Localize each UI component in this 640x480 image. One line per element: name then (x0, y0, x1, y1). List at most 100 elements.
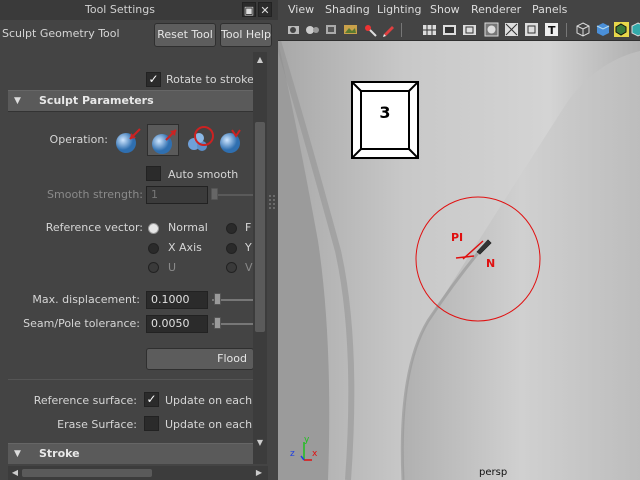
scroll-left-arrow-icon[interactable]: ◀ (10, 468, 20, 478)
menu-show[interactable]: Show (430, 3, 460, 16)
3d-viewport[interactable]: View Shading Lighting Show Renderer Pane… (278, 0, 640, 480)
menu-renderer[interactable]: Renderer (471, 3, 521, 16)
stroke-header[interactable]: ▼ Stroke (8, 443, 253, 464)
radio-y[interactable] (226, 243, 237, 254)
seam-tolerance-slider-knob[interactable] (214, 317, 221, 329)
2d-pan-zoom-icon[interactable] (362, 22, 377, 37)
erase-surface-checkbox[interactable] (144, 416, 159, 431)
view-cube[interactable]: 3 (351, 81, 419, 159)
film-gate-icon[interactable] (442, 22, 457, 37)
reference-surface-label: Reference surface: (33, 394, 137, 407)
axis-x-label: x (312, 449, 318, 459)
smooth-strength-slider[interactable] (212, 194, 253, 196)
wireframe-on-shaded-icon[interactable] (614, 22, 629, 37)
seam-tolerance-field[interactable]: 0.0050 (146, 315, 208, 333)
tool-settings-panel: Tool Settings ▣ ✕ Sculpt Geometry Tool R… (0, 0, 278, 480)
radio-f[interactable] (226, 223, 237, 234)
smooth-shade-icon[interactable] (596, 22, 611, 37)
panel-titlebar[interactable]: Tool Settings ▣ ✕ (0, 0, 278, 20)
reset-tool-button[interactable]: Reset Tool (154, 23, 216, 47)
collapse-triangle-icon: ▼ (14, 96, 21, 106)
close-icon[interactable]: ✕ (258, 2, 272, 17)
brush-profile-icons[interactable] (116, 52, 246, 56)
menu-view[interactable]: View (288, 3, 314, 16)
collapse-triangle-icon: ▼ (14, 449, 21, 459)
scene-view[interactable]: PI N 3 y z x persp (278, 41, 640, 480)
section-title: Stroke (39, 447, 80, 460)
view-cube-number: 3 (379, 103, 391, 122)
viewport-toolbar: T (278, 19, 640, 41)
max-displacement-slider-knob[interactable] (214, 293, 221, 305)
safe-action-icon[interactable] (524, 22, 539, 37)
pull-operation-button[interactable] (147, 124, 179, 156)
operation-label: Operation: (49, 133, 108, 146)
camera-name: persp (479, 467, 508, 478)
section-title: Sculpt Parameters (39, 94, 154, 107)
panel-title: Tool Settings (85, 3, 155, 16)
sculpt-parameters-header[interactable]: ▼ Sculpt Parameters (8, 90, 253, 112)
smooth-operation-button[interactable] (182, 124, 214, 156)
shoulder-mesh (278, 41, 640, 480)
brush-label-pi: PI (451, 231, 464, 244)
radio-u-label: U (168, 261, 177, 274)
grease-pencil-icon[interactable] (381, 22, 396, 37)
reference-vector-label: Reference vector: (45, 221, 143, 234)
radio-f-label: F (245, 221, 252, 234)
relax-operation-button[interactable] (216, 124, 248, 156)
scroll-right-arrow-icon[interactable]: ▶ (254, 468, 264, 478)
radio-v[interactable] (226, 262, 237, 273)
safe-title-icon[interactable]: T (544, 22, 559, 37)
radio-normal-label: Normal (168, 221, 208, 234)
wireframe-icon[interactable] (576, 22, 591, 37)
grid-icon[interactable] (422, 22, 437, 37)
field-chart-icon[interactable] (504, 22, 519, 37)
auto-smooth-label: Auto smooth (168, 168, 239, 181)
scroll-up-arrow-icon[interactable]: ▲ (255, 55, 265, 65)
resolution-gate-icon[interactable] (462, 22, 477, 37)
textured-icon[interactable] (631, 22, 640, 37)
reference-surface-checkbox[interactable]: ✓ (144, 392, 159, 407)
smooth-strength-label: Smooth strength: (47, 188, 143, 201)
auto-smooth-checkbox[interactable] (146, 166, 161, 181)
float-window-button[interactable]: ▣ (242, 2, 256, 17)
radio-x-axis-label: X Axis (168, 241, 202, 254)
scroll-thumb[interactable] (255, 122, 265, 332)
radio-v-label: V (245, 261, 253, 274)
rotate-to-stroke-checkbox[interactable]: ✓ (146, 72, 161, 87)
viewport-menubar: View Shading Lighting Show Renderer Pane… (278, 0, 640, 19)
menu-lighting[interactable]: Lighting (377, 3, 421, 16)
flood-button[interactable]: Flood (146, 348, 253, 370)
divider (8, 379, 253, 380)
axis-y-label: y (304, 435, 310, 445)
toolbar-separator (566, 23, 567, 37)
tool-help-button[interactable]: Tool Help (220, 23, 272, 47)
horizontal-scrollbar[interactable]: ◀ ▶ (8, 466, 268, 480)
image-plane-icon[interactable] (343, 22, 358, 37)
radio-normal[interactable] (148, 223, 159, 234)
select-camera-icon[interactable] (286, 22, 301, 37)
max-displacement-field[interactable]: 0.1000 (146, 291, 208, 309)
smooth-strength-field[interactable]: 1 (146, 186, 208, 204)
toolbar-separator (401, 23, 402, 37)
scroll-down-arrow-icon[interactable]: ▼ (255, 438, 265, 448)
settings-scroll-area[interactable]: ✓ Rotate to stroke ▼ Sculpt Parameters O… (8, 52, 253, 464)
menu-shading[interactable]: Shading (325, 3, 370, 16)
push-operation-button[interactable] (112, 124, 144, 156)
radio-x-axis[interactable] (148, 243, 159, 254)
smooth-strength-slider-knob[interactable] (211, 188, 218, 200)
erase-surface-option: Update on each st (165, 418, 253, 431)
gate-mask-icon[interactable] (484, 22, 499, 37)
radio-y-label: Y (245, 241, 252, 254)
camera-attributes-icon[interactable] (305, 22, 320, 37)
hscroll-thumb[interactable] (22, 469, 152, 477)
bookmark-icon[interactable] (324, 22, 339, 37)
brush-label-n: N (486, 257, 496, 270)
reference-surface-option: Update on each st (165, 394, 253, 407)
panel-resize-grip[interactable] (267, 52, 278, 464)
menu-panels[interactable]: Panels (532, 3, 567, 16)
radio-u[interactable] (148, 262, 159, 273)
erase-surface-label: Erase Surface: (57, 418, 137, 431)
svg-text:T: T (548, 24, 556, 37)
rotate-to-stroke-label: Rotate to stroke (166, 73, 253, 86)
vertical-scrollbar[interactable]: ▲ ▼ (253, 52, 267, 464)
